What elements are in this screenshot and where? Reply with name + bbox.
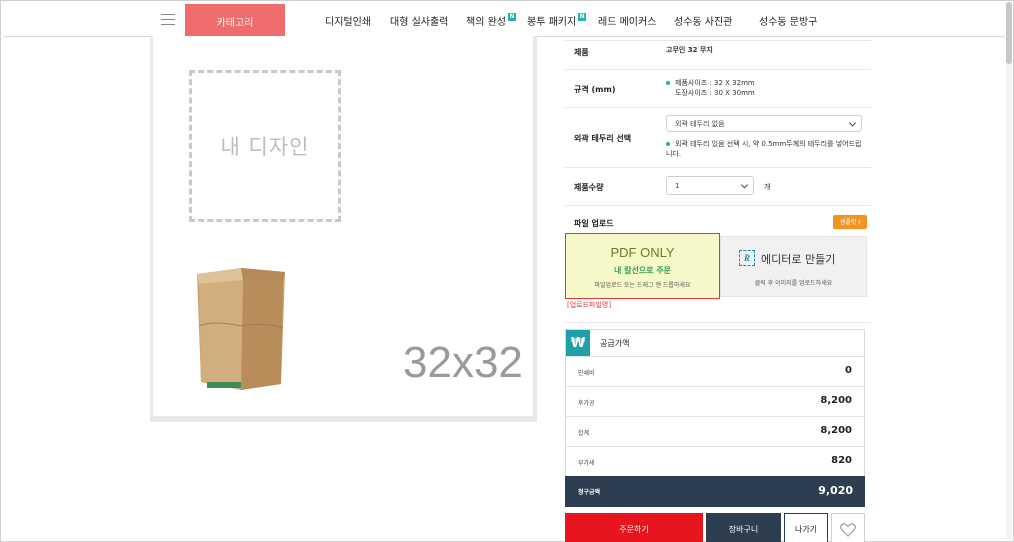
price-row: 인쇄비 0 xyxy=(566,356,864,386)
bullet-dot xyxy=(666,142,670,146)
upload-filename: [업로드파일명] xyxy=(567,301,612,309)
qty-label: 제품수량 xyxy=(574,183,604,192)
total-label: 청구금액 xyxy=(578,489,601,496)
divider xyxy=(565,205,871,206)
border-select[interactable]: 외곽 테두리 없음 xyxy=(666,115,862,132)
divider xyxy=(565,167,871,168)
qty-select[interactable]: 1 xyxy=(666,176,754,195)
upload-label: 파일 업로드 xyxy=(574,219,614,228)
category-button[interactable]: 카테고리 xyxy=(185,4,285,38)
qty-unit: 개 xyxy=(764,183,771,191)
nav-item-red-makers[interactable]: 레드 메이커스 xyxy=(598,13,656,28)
nav-item-photo-studio[interactable]: 성수동 사진관 xyxy=(674,13,732,28)
rubber-stamp-image xyxy=(197,268,285,390)
cart-button[interactable]: 장바구니 xyxy=(706,513,781,542)
heart-icon xyxy=(840,522,856,537)
bullet-dot xyxy=(666,81,670,85)
top-navigation: 카테고리 디지털인쇄 대형 실사출력 책의 완성N 봉투 패키지N 레드 메이커… xyxy=(3,2,1005,38)
divider xyxy=(565,322,871,323)
scrollbar-track[interactable] xyxy=(1006,2,1012,540)
editor-hint: 클릭 후 이미지를 업로드하세요 xyxy=(754,280,833,287)
nav-item-envelope[interactable]: 봉투 패키지N xyxy=(527,13,587,28)
product-preview: 내 디자인 32x32 xyxy=(150,36,537,422)
nav-item-large-print[interactable]: 대형 실사출력 xyxy=(390,13,448,28)
preview-canvas: 내 디자인 32x32 xyxy=(153,36,533,416)
size-label: 32x32 xyxy=(403,338,523,387)
nav-item-book[interactable]: 책의 완성N xyxy=(466,13,516,28)
divider xyxy=(565,40,871,41)
editor-button[interactable]: R 에디터로 만들기 클릭 후 이미지를 업로드하세요 xyxy=(720,236,867,297)
border-note: 외곽 테두리 있음 선택 시, 약 0.5mm두께의 테두리를 넣어드립니다. xyxy=(666,140,862,158)
price-row: 후가공 8,200 xyxy=(566,386,864,416)
total-value: 9,020 xyxy=(818,484,853,497)
pdf-hint: 파일업로드 또는 드래그 앤 드롭하세요 xyxy=(594,282,691,289)
nav-item-digital-print[interactable]: 디지털인쇄 xyxy=(325,13,371,28)
price-summary: ₩ 공급가액 인쇄비 0 후가공 8,200 합계 8,200 부가세 820 청구금액… xyxy=(565,329,865,507)
nav-item-stationery[interactable]: 성수동 문방구 xyxy=(759,13,817,28)
editor-icon: R xyxy=(739,250,755,266)
new-badge: N xyxy=(578,13,587,21)
sample-kit-button[interactable]: 샘플킷 ⭳ xyxy=(833,215,867,229)
chevron-down-icon xyxy=(740,180,749,189)
menu-icon[interactable] xyxy=(161,13,175,25)
product-label: 제품 xyxy=(574,48,589,57)
chevron-down-icon xyxy=(848,118,857,127)
pdf-subtitle: 내 칼선으로 주문 xyxy=(613,266,672,275)
border-label: 외곽 테두리 선택 xyxy=(574,134,632,143)
scrollbar-thumb[interactable] xyxy=(1006,2,1012,64)
spec-values: 제품사이즈 : 32 X 32mm 도장사이즈 : 30 X 30mm xyxy=(666,78,755,98)
pdf-title: PDF ONLY xyxy=(610,245,675,260)
divider xyxy=(565,107,871,108)
won-icon: ₩ xyxy=(566,330,590,356)
price-row: 부가세 820 xyxy=(566,446,864,476)
order-button[interactable]: 주문하기 xyxy=(565,513,703,542)
pdf-upload-dropzone[interactable]: PDF ONLY 내 칼선으로 주문 파일업로드 또는 드래그 앤 드롭하세요 xyxy=(565,233,720,299)
design-placeholder[interactable]: 내 디자인 xyxy=(189,70,341,222)
price-row: 합계 8,200 xyxy=(566,416,864,446)
new-badge: N xyxy=(507,13,516,21)
exit-button[interactable]: 나가기 xyxy=(784,513,828,542)
price-header: 공급가액 xyxy=(600,339,630,348)
spec-label: 규격 (mm) xyxy=(574,85,616,94)
like-button[interactable] xyxy=(831,513,865,542)
product-value: 고무인 32 무지 xyxy=(666,46,713,54)
design-placeholder-text: 내 디자인 xyxy=(220,135,310,159)
divider xyxy=(565,69,871,70)
editor-title: 에디터로 만들기 xyxy=(761,253,836,266)
price-total-row: 청구금액 9,020 xyxy=(565,476,865,507)
